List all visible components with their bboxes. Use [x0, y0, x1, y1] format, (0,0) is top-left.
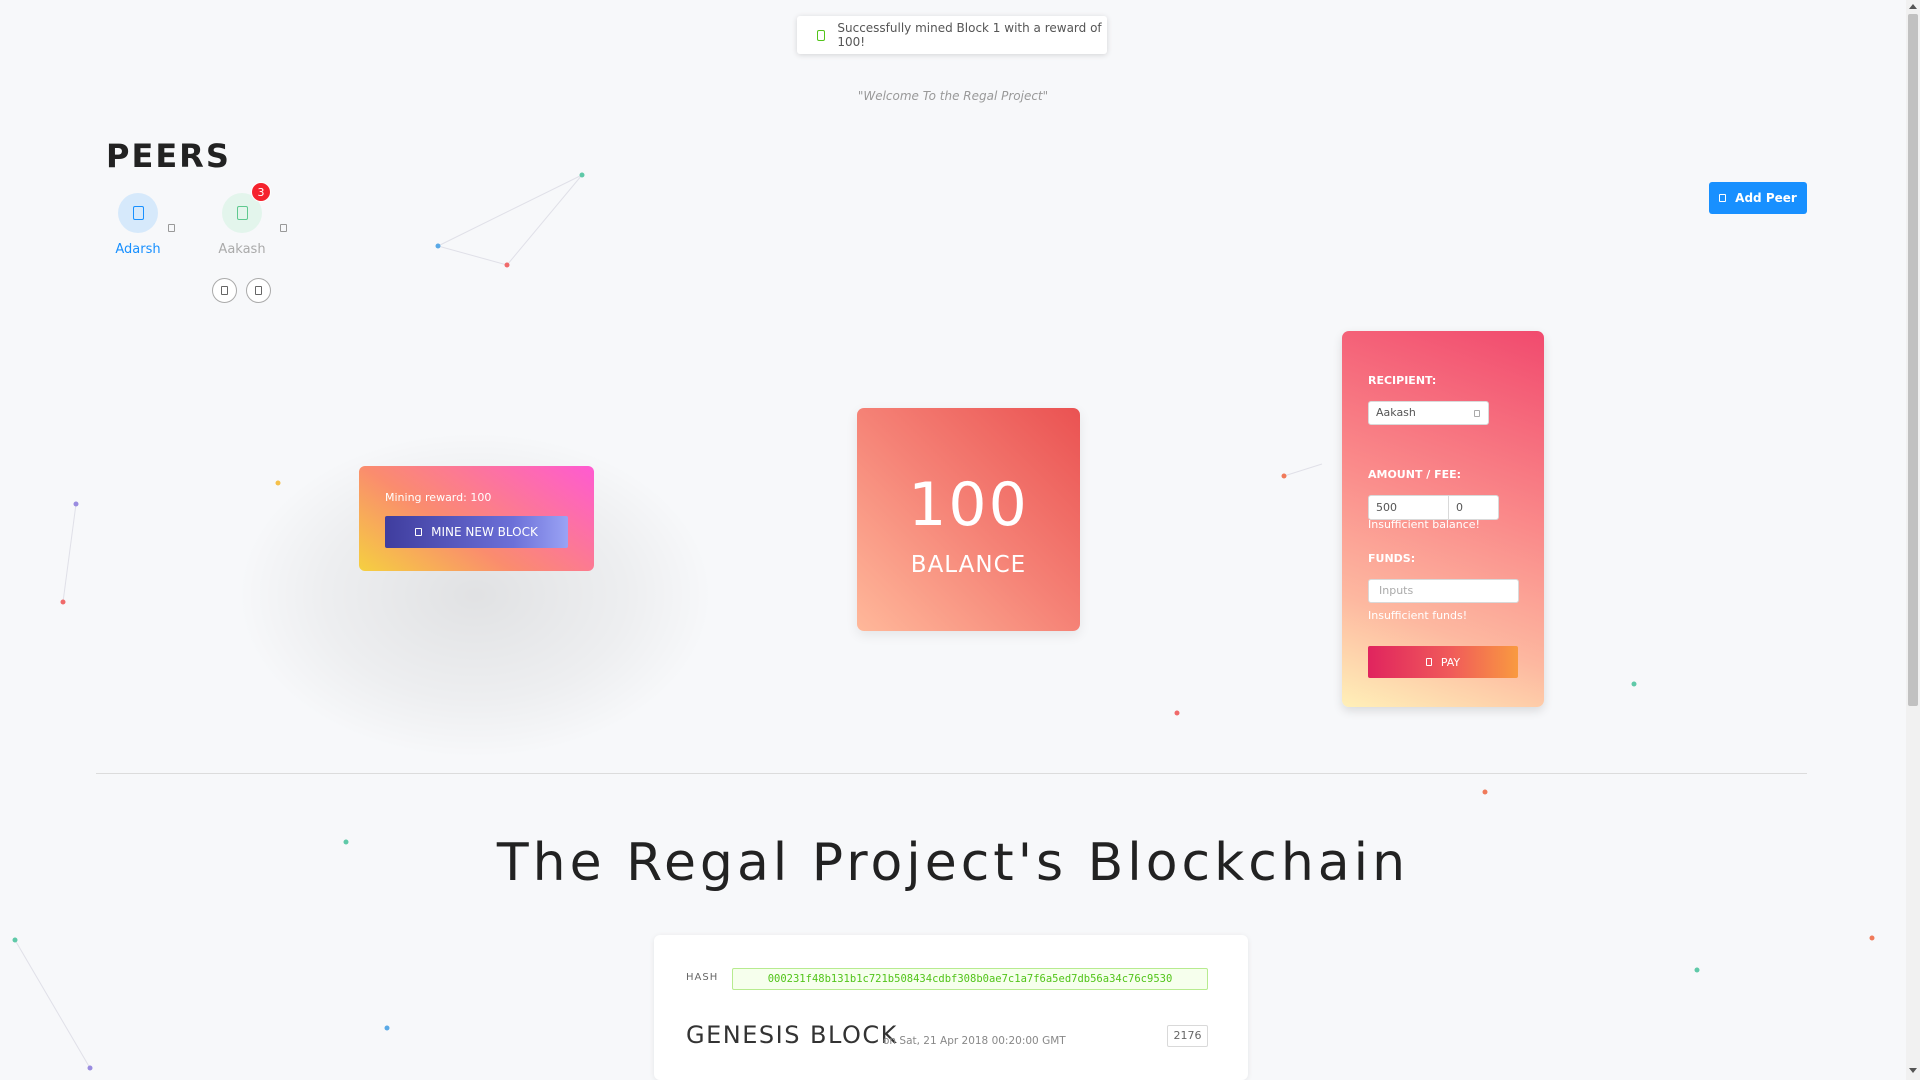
vertical-scrollbar[interactable]: [1906, 0, 1920, 1080]
peer-action-button-2[interactable]: [246, 278, 271, 303]
amount-fee-label: AMOUNT / FEE:: [1368, 468, 1462, 481]
check-circle-icon: [817, 29, 826, 41]
plus-icon: [1719, 194, 1727, 202]
mining-reward-text: Mining reward: 100: [385, 491, 492, 504]
peer-aakash[interactable]: Aakash 3: [192, 182, 292, 257]
peer-name: Adarsh: [115, 242, 161, 257]
pay-label: PAY: [1440, 655, 1461, 669]
balance-amount: 100: [908, 470, 1029, 540]
hash-label: HASH: [686, 972, 719, 983]
scroll-down-icon[interactable]: [1909, 1068, 1917, 1073]
peers-title: PEERS: [106, 137, 231, 175]
funds-input[interactable]: Inputs: [1368, 579, 1519, 603]
block-name: GENESIS BLOCK: [686, 1021, 898, 1049]
mine-button-label: MINE NEW BLOCK: [431, 525, 538, 539]
sync-icon: [221, 286, 228, 295]
avatar: [118, 193, 158, 233]
peer-name: Aakash: [218, 242, 266, 257]
page: Successfully mined Block 1 with a reward…: [0, 0, 1920, 1080]
mine-new-block-button[interactable]: MINE NEW BLOCK: [385, 516, 568, 548]
scrollbar-thumb[interactable]: [1908, 14, 1918, 706]
balance-card: 100 BALANCE: [857, 408, 1080, 631]
chevron-down-icon: [1474, 410, 1480, 417]
add-peer-label: Add Peer: [1735, 191, 1797, 205]
recipient-label: RECIPIENT:: [1368, 374, 1437, 387]
success-notification: Successfully mined Block 1 with a reward…: [797, 16, 1107, 54]
recipient-select[interactable]: Aakash: [1368, 401, 1489, 425]
user-icon: [132, 206, 144, 220]
amount-input[interactable]: 500: [1368, 495, 1449, 520]
block-hash: 000231f48b131b1c721b508434cdbf308b0ae7c1…: [732, 968, 1208, 990]
funds-label: FUNDS:: [1368, 552, 1416, 565]
balance-error: Insufficient balance!: [1368, 518, 1480, 531]
scroll-up-icon[interactable]: [1909, 4, 1917, 9]
pickaxe-icon: [415, 528, 423, 536]
balance-label: BALANCE: [910, 552, 1027, 578]
add-peer-button[interactable]: Add Peer: [1709, 182, 1807, 214]
peer-action-button-1[interactable]: [212, 278, 237, 303]
send-icon: [1425, 658, 1432, 666]
recipient-value: Aakash: [1376, 406, 1416, 419]
block-card: HASH 000231f48b131b1c721b508434cdbf308b0…: [654, 935, 1248, 1080]
user-icon: [236, 206, 248, 220]
funds-error: Insufficient funds!: [1368, 609, 1468, 622]
tagline: "Welcome To the Regal Project": [857, 89, 1049, 103]
payment-card: RECIPIENT: Aakash AMOUNT / FEE: 500 0 In…: [1342, 331, 1544, 707]
peer-adarsh[interactable]: Adarsh: [88, 193, 188, 257]
notification-text: Successfully mined Block 1 with a reward…: [837, 21, 1102, 49]
link-icon[interactable]: [280, 224, 287, 232]
blockchain-title: The Regal Project's Blockchain: [496, 833, 1410, 893]
notification-badge: 3: [251, 182, 271, 202]
delete-icon: [255, 286, 262, 295]
mining-card: Mining reward: 100 MINE NEW BLOCK: [359, 466, 594, 571]
fee-input[interactable]: 0: [1448, 495, 1499, 520]
block-nonce: 2176: [1167, 1025, 1208, 1047]
section-divider: [96, 773, 1807, 774]
link-icon[interactable]: [168, 224, 175, 232]
block-date: on Sat, 21 Apr 2018 00:20:00 GMT: [883, 1035, 1066, 1047]
pay-button[interactable]: PAY: [1368, 646, 1518, 678]
